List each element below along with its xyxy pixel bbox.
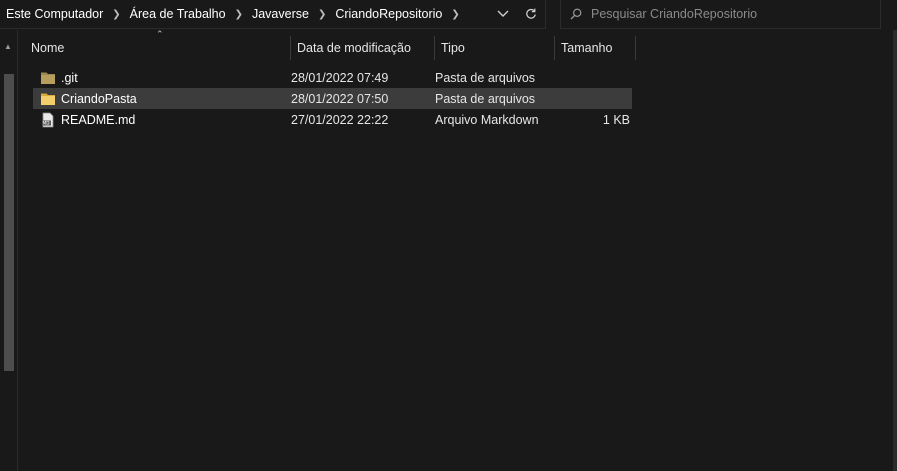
file-type: Arquivo Markdown — [435, 112, 539, 127]
window-border — [893, 30, 897, 471]
refresh-icon — [526, 8, 536, 19]
breadcrumb-item-javaverse[interactable]: Javaverse — [252, 7, 309, 21]
scrollbar-thumb[interactable] — [4, 74, 14, 371]
file-date: 28/01/2022 07:49 — [291, 70, 389, 85]
top-bar: Este Computador ❯ Área de Trabalho ❯ Jav… — [0, 0, 897, 30]
breadcrumb-item-desktop[interactable]: Área de Trabalho — [130, 7, 226, 21]
column-headers: Nome ⌃ Data de modificação Tipo Tamanho — [19, 29, 636, 60]
markdown-file-icon: MD — [42, 112, 54, 127]
navigation-pane[interactable]: ▲ — [0, 30, 18, 471]
refresh-button[interactable] — [518, 2, 544, 26]
breadcrumb-item-criandorepositorio[interactable]: CriandoRepositorio — [335, 7, 442, 21]
file-list: Nome ⌃ Data de modificação Tipo Tamanho … — [19, 29, 893, 471]
file-row-git[interactable]: .git 28/01/2022 07:49 Pasta de arquivos — [33, 67, 632, 88]
breadcrumb: Este Computador ❯ Área de Trabalho ❯ Jav… — [0, 0, 469, 28]
search-placeholder: Pesquisar CriandoRepositorio — [591, 7, 758, 21]
chevron-right-icon[interactable]: ❯ — [112, 9, 120, 20]
column-header-name[interactable]: Nome ⌃ — [19, 29, 291, 60]
column-header-date[interactable]: Data de modificação — [291, 36, 435, 60]
folder-icon — [41, 93, 55, 105]
column-header-date-label: Data de modificação — [297, 41, 411, 55]
file-row-criandopasta[interactable]: CriandoPasta 28/01/2022 07:50 Pasta de a… — [33, 88, 632, 109]
file-type: Pasta de arquivos — [435, 91, 536, 106]
sort-ascending-icon: ⌃ — [156, 29, 164, 39]
file-type: Pasta de arquivos — [435, 70, 536, 85]
file-date: 27/01/2022 22:22 — [291, 112, 389, 127]
address-bar[interactable]: Este Computador ❯ Área de Trabalho ❯ Jav… — [0, 0, 546, 29]
breadcrumb-item-computer[interactable]: Este Computador — [6, 7, 103, 21]
search-icon — [561, 0, 591, 29]
chevron-down-icon — [497, 10, 509, 17]
file-date: 28/01/2022 07:50 — [291, 91, 389, 106]
file-name: README.md — [61, 112, 136, 127]
history-dropdown-button[interactable] — [490, 2, 516, 26]
file-row-readme[interactable]: MD README.md 27/01/2022 22:22 Arquivo Ma… — [33, 109, 632, 130]
chevron-right-icon[interactable]: ❯ — [318, 9, 326, 20]
scroll-up-icon[interactable]: ▲ — [4, 42, 12, 51]
file-name: CriandoPasta — [61, 91, 137, 106]
file-size: 1 KB — [602, 112, 630, 127]
chevron-right-icon[interactable]: ❯ — [235, 9, 243, 20]
column-header-size[interactable]: Tamanho — [555, 36, 636, 60]
file-name: .git — [61, 70, 78, 85]
column-header-name-label: Nome — [31, 41, 65, 55]
column-header-size-label: Tamanho — [561, 41, 613, 55]
file-rows: .git 28/01/2022 07:49 Pasta de arquivos … — [33, 67, 632, 130]
svg-text:MD: MD — [43, 120, 50, 125]
search-input[interactable]: Pesquisar CriandoRepositorio — [560, 0, 881, 29]
chevron-right-icon[interactable]: ❯ — [451, 9, 459, 20]
column-header-type-label: Tipo — [441, 41, 465, 55]
folder-icon — [41, 72, 55, 84]
column-header-type[interactable]: Tipo — [435, 36, 555, 60]
